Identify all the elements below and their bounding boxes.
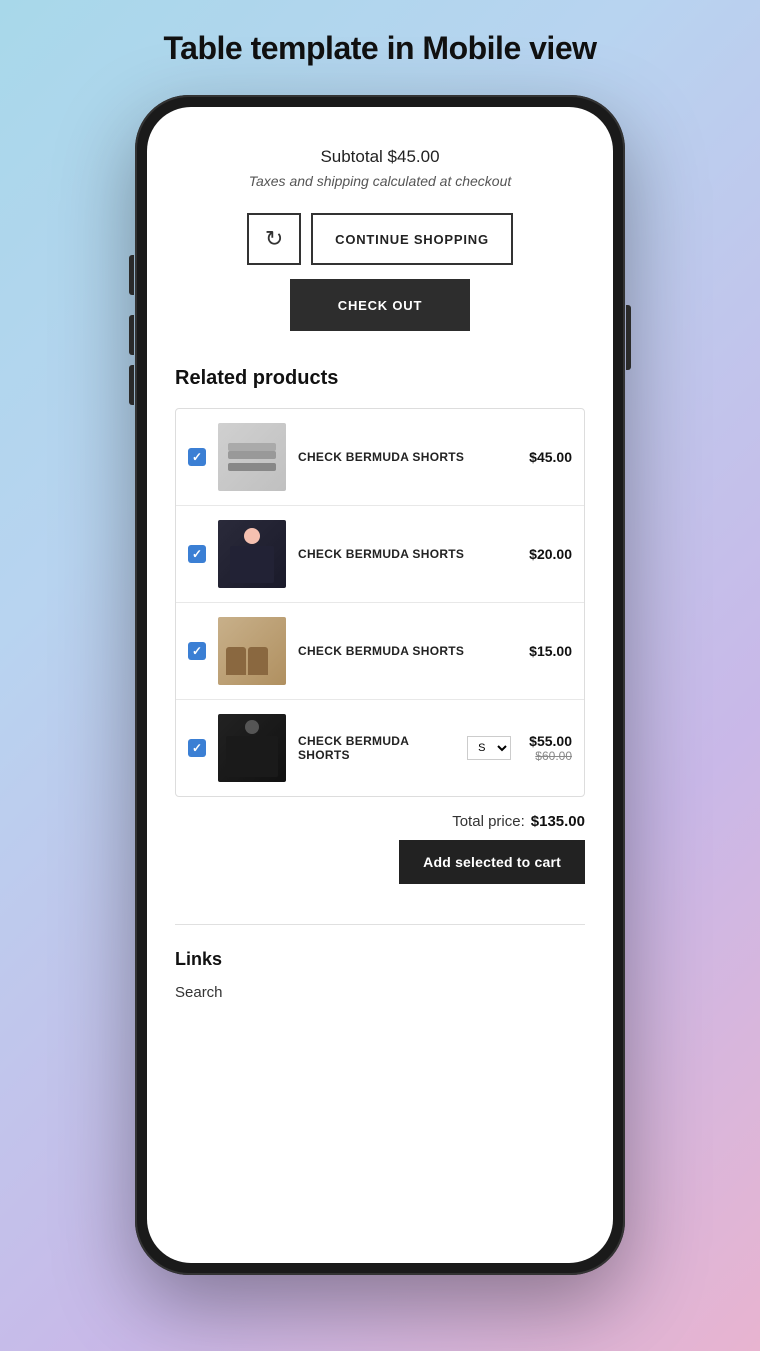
links-title: Links xyxy=(175,949,585,970)
subtotal-section: Subtotal $45.00 Taxes and shipping calcu… xyxy=(175,147,585,189)
product-price-3: $15.00 xyxy=(529,643,572,659)
product-name-4: CHECK BERMUDA SHORTS xyxy=(298,734,455,762)
checkmark-icon: ✓ xyxy=(192,450,202,464)
products-table: ✓ CHECK BERMUDA SHORTS $45.00 ✓ CHECK BE… xyxy=(175,408,585,797)
add-to-cart-wrapper: Add selected to cart xyxy=(175,840,585,884)
table-row: ✓ CHECK BERMUDA SHORTS $15.00 xyxy=(176,603,584,700)
related-products-title: Related products xyxy=(175,367,585,390)
product-price-2: $20.00 xyxy=(529,546,572,562)
checkbox-4[interactable]: ✓ xyxy=(188,739,206,757)
product-price-4: $55.00 $60.00 xyxy=(529,733,572,763)
phone-screen: Subtotal $45.00 Taxes and shipping calcu… xyxy=(147,107,613,1263)
product-image-2 xyxy=(218,520,286,588)
subtotal-text: Subtotal $45.00 xyxy=(175,147,585,167)
price-original-4: $60.00 xyxy=(529,749,572,763)
refresh-button[interactable]: ↻ xyxy=(247,213,301,265)
checkmark-icon: ✓ xyxy=(192,741,202,755)
buttons-row: ↻ CONTINUE SHOPPING xyxy=(175,213,585,265)
price-current-4: $55.00 xyxy=(529,733,572,749)
total-row: Total price: $135.00 xyxy=(175,813,585,830)
price-current-1: $45.00 xyxy=(529,449,572,465)
product-image-4 xyxy=(218,714,286,782)
screen-content: Subtotal $45.00 Taxes and shipping calcu… xyxy=(147,107,613,1263)
checkout-button[interactable]: CHECK OUT xyxy=(290,279,470,331)
checkbox-2[interactable]: ✓ xyxy=(188,545,206,563)
product-image-1 xyxy=(218,423,286,491)
checkmark-icon: ✓ xyxy=(192,644,202,658)
total-amount: $135.00 xyxy=(531,813,585,830)
refresh-icon: ↻ xyxy=(265,226,283,252)
checkout-wrapper: CHECK OUT xyxy=(175,279,585,331)
total-label: Total price: xyxy=(452,813,525,830)
taxes-text: Taxes and shipping calculated at checkou… xyxy=(175,173,585,189)
variant-select-4[interactable]: S M L xyxy=(467,736,511,760)
product-image-3 xyxy=(218,617,286,685)
price-current-2: $20.00 xyxy=(529,546,572,562)
table-row: ✓ CHECK BERMUDA SHORTS $45.00 xyxy=(176,409,584,506)
checkbox-3[interactable]: ✓ xyxy=(188,642,206,660)
product-name-3: CHECK BERMUDA SHORTS xyxy=(298,644,517,658)
product-price-1: $45.00 xyxy=(529,449,572,465)
checkbox-1[interactable]: ✓ xyxy=(188,448,206,466)
table-row: ✓ CHECK BERMUDA SHORTS $20.00 xyxy=(176,506,584,603)
divider xyxy=(175,924,585,925)
product-name-1: CHECK BERMUDA SHORTS xyxy=(298,450,517,464)
continue-shopping-button[interactable]: CONTINUE SHOPPING xyxy=(311,213,513,265)
product-name-2: CHECK BERMUDA SHORTS xyxy=(298,547,517,561)
links-section: Links Search xyxy=(175,949,585,1021)
links-search[interactable]: Search xyxy=(175,984,585,1001)
add-to-cart-button[interactable]: Add selected to cart xyxy=(399,840,585,884)
phone-shell: Subtotal $45.00 Taxes and shipping calcu… xyxy=(135,95,625,1275)
table-row: ✓ CHECK BERMUDA SHORTS S M L $55.00 $60.… xyxy=(176,700,584,796)
checkmark-icon: ✓ xyxy=(192,547,202,561)
price-current-3: $15.00 xyxy=(529,643,572,659)
page-title: Table template in Mobile view xyxy=(164,30,597,67)
